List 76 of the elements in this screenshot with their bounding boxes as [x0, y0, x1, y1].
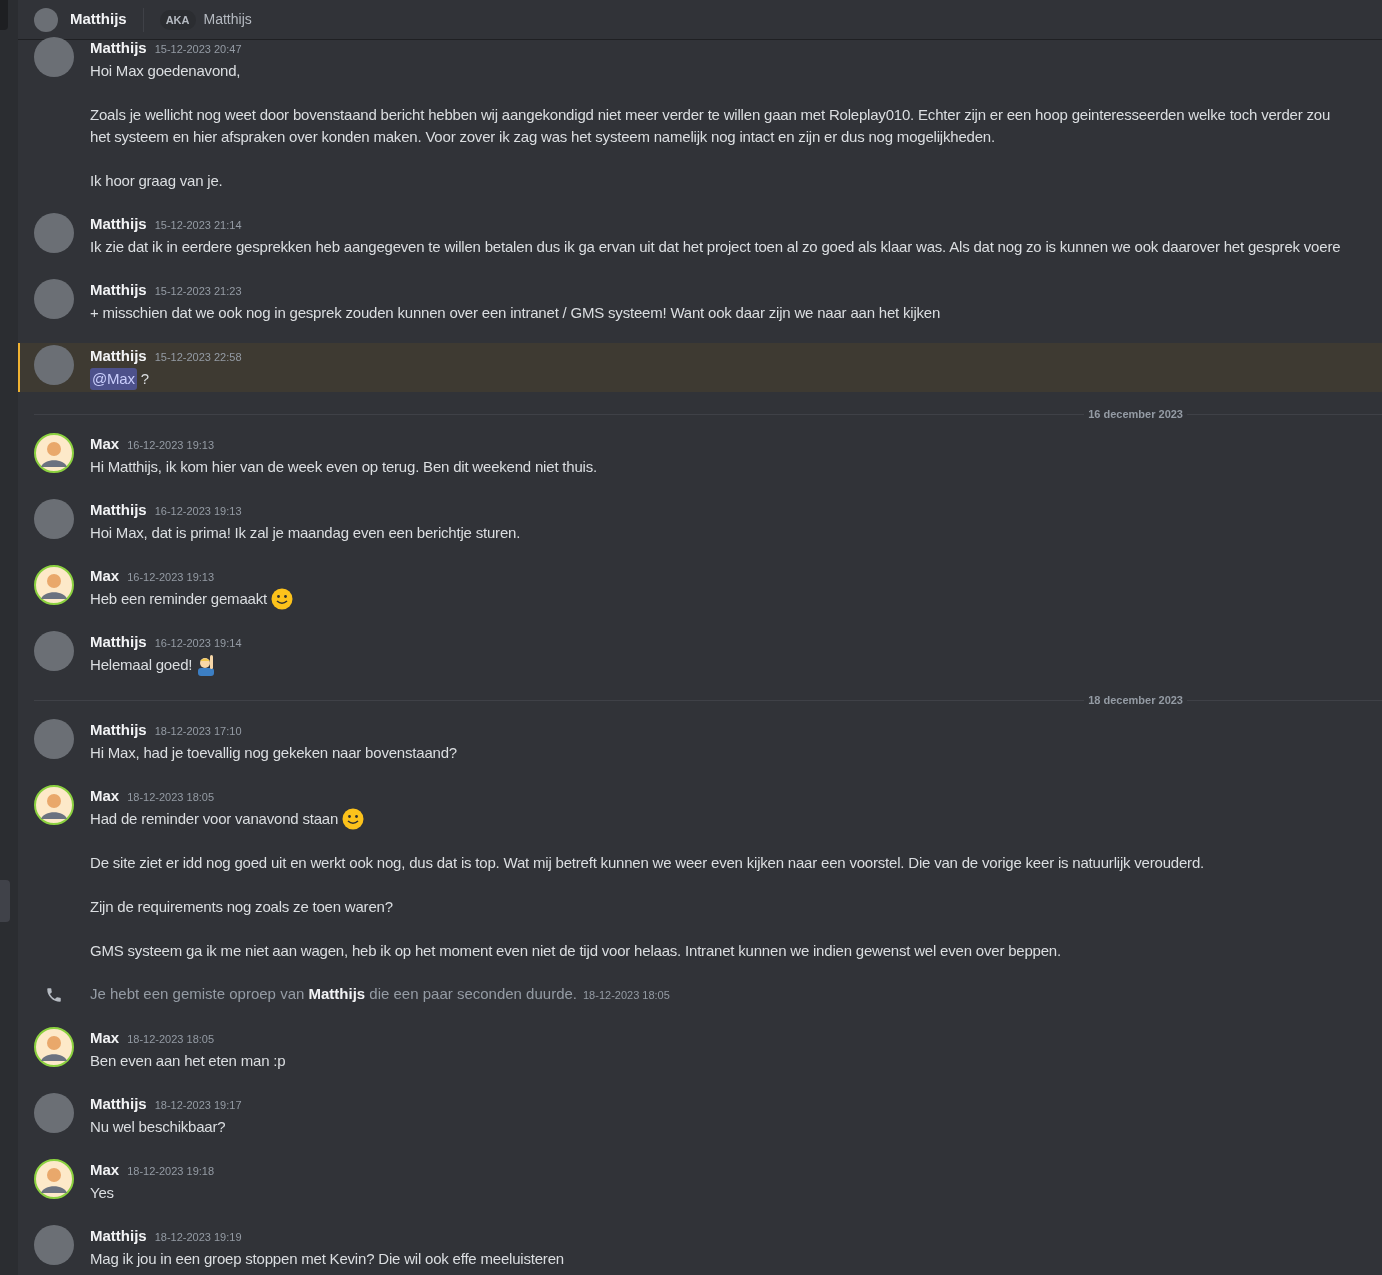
message-text: Yes — [90, 1183, 115, 1203]
message-timestamp: 18-12-2023 19:17 — [154, 1098, 242, 1113]
message-timestamp: 16-12-2023 19:13 — [154, 504, 242, 519]
author-name[interactable]: Matthijs — [90, 213, 147, 235]
message-timestamp: 18-12-2023 18:05 — [127, 1032, 215, 1047]
message-timestamp: 16-12-2023 19:14 — [154, 636, 242, 651]
message-text: Hi Max, had je toevallig nog gekeken naar bovenstaand? — [90, 743, 457, 763]
missed-call-text: Je hebt een gemiste oproep van Matthijs die een paar seconden duurde. — [90, 984, 577, 1004]
avatar-photo[interactable] — [34, 279, 74, 319]
message-timestamp: 15-12-2023 20:47 — [154, 42, 242, 57]
message-text: De site ziet er idd nog goed uit en werkt ook nog, dus dat is top. Wat mij betreft kunnen we weer even kijken naar een voorstel. Die van de vorige keer is natuurlijk verouderd. — [90, 853, 1205, 873]
message-text: Ik hoor graag van je. — [90, 171, 224, 191]
alias-name: Matthijs — [203, 10, 252, 29]
message-text: + misschien dat we ook nog in gesprek zouden kunnen over een intranet / GMS systeem! Want ook daar zijn we naar aan het kijken — [90, 303, 941, 323]
message-text: GMS systeem ga ik me niet aan wagen, heb ik op het moment even niet de tijd voor helaas. Intranet kunnen we indien gewenst wel even over beppen. — [90, 941, 1062, 961]
author-name[interactable]: Matthijs — [90, 631, 147, 653]
message-text: Ben even aan het eten man :p — [90, 1051, 286, 1071]
avatar-icon[interactable] — [34, 785, 74, 825]
avatar-photo[interactable] — [34, 7, 58, 32]
author-name[interactable]: Max — [90, 785, 120, 807]
avatar-photo[interactable] — [34, 1093, 74, 1133]
avatar-icon[interactable] — [34, 1159, 74, 1199]
person-raising-hand-emoji-icon — [196, 654, 217, 676]
message-text: ? — [140, 369, 149, 389]
message-text: het systeem en hier afspraken over konden maken. Voor zover ik zag was het systeem namelijk nog intact en zijn er dus nog mogelijkheden. — [90, 127, 996, 147]
message-timestamp: 15-12-2023 22:58 — [154, 350, 242, 365]
author-name[interactable]: Matthijs — [90, 37, 147, 59]
message-text: Hoi Max goedenavond, — [90, 61, 242, 81]
avatar-photo[interactable] — [34, 631, 74, 671]
message-text: Hoi Max, dat is prima! Ik zal je maandag even een berichtje sturen. — [90, 523, 521, 543]
message-timestamp: 18-12-2023 18:05 — [127, 790, 215, 805]
message-text: Zijn de requirements nog zoals ze toen waren? — [90, 897, 394, 917]
author-name[interactable]: Max — [90, 565, 120, 587]
author-name[interactable]: Matthijs — [90, 345, 147, 367]
author-name[interactable]: Matthijs — [90, 499, 147, 521]
smiley-emoji-icon — [342, 808, 365, 830]
author-name[interactable]: Max — [90, 433, 120, 455]
author-name[interactable]: Matthijs — [90, 1225, 147, 1247]
date-divider-label: 16 december 2023 — [1087, 407, 1184, 421]
message-timestamp: 18-12-2023 19:18 — [127, 1164, 215, 1179]
user-mention[interactable]: @Max — [90, 368, 137, 390]
avatar-photo[interactable] — [34, 213, 74, 253]
smiley-emoji-icon — [270, 588, 293, 610]
call-timestamp: 18-12-2023 18:05 — [583, 988, 670, 1003]
avatar-icon[interactable] — [34, 433, 74, 473]
author-name[interactable]: Matthijs — [90, 279, 147, 301]
author-name[interactable]: Max — [90, 1027, 120, 1049]
author-name[interactable]: Matthijs — [90, 719, 147, 741]
scrollbar-thumb[interactable] — [0, 880, 10, 922]
avatar-photo[interactable] — [34, 499, 74, 539]
message-text: Nu wel beschikbaar? — [90, 1117, 227, 1137]
message-text: Heb een reminder gemaakt — [90, 589, 267, 609]
phone-icon — [45, 985, 63, 1004]
channel-title: Matthijs — [70, 9, 127, 30]
message-timestamp: 18-12-2023 19:19 — [154, 1230, 242, 1245]
message-text: Mag ik jou in een groep stoppen met Kevin? Die wil ook effe meeluisteren — [90, 1249, 564, 1269]
message-text: Hi Matthijs, ik kom hier van de week even op terug. Ben dit weekend niet thuis. — [90, 457, 597, 477]
aka-badge: AKA — [159, 9, 196, 30]
avatar-photo[interactable] — [34, 719, 74, 759]
avatar-photo[interactable] — [34, 1225, 74, 1265]
author-name[interactable]: Max — [90, 1159, 120, 1181]
avatar-photo[interactable] — [34, 37, 74, 77]
message-text: Had de reminder voor vanavond staan — [90, 809, 339, 829]
message-text: Ik zie dat ik in eerdere gesprekken heb aangegeven te willen betalen dus ik ga ervan uit dat het project toen al zo goed als klaar was. Als dat nog zo is kunnen we ook daarover het gesprek voere — [90, 237, 1341, 257]
message-timestamp: 16-12-2023 19:13 — [127, 438, 215, 453]
message-timestamp: 16-12-2023 19:13 — [127, 570, 215, 585]
avatar-photo[interactable] — [34, 345, 74, 385]
date-divider-label: 18 december 2023 — [1087, 693, 1184, 707]
author-name[interactable]: Matthijs — [90, 1093, 147, 1115]
message-timestamp: 18-12-2023 17:10 — [154, 724, 242, 739]
message-text: Helemaal goed! — [90, 655, 193, 675]
message-timestamp: 15-12-2023 21:23 — [154, 284, 242, 299]
avatar-icon[interactable] — [34, 1027, 74, 1067]
message-timestamp: 15-12-2023 21:14 — [154, 218, 242, 233]
message-text: Zoals je wellicht nog weet door bovenstaand bericht hebben wij aangekondigd niet meer verder te willen gaan met Roleplay010. Echter zijn er een hoop geinteresseerden welke toch verder zou — [90, 105, 1331, 125]
avatar-icon[interactable] — [34, 565, 74, 605]
